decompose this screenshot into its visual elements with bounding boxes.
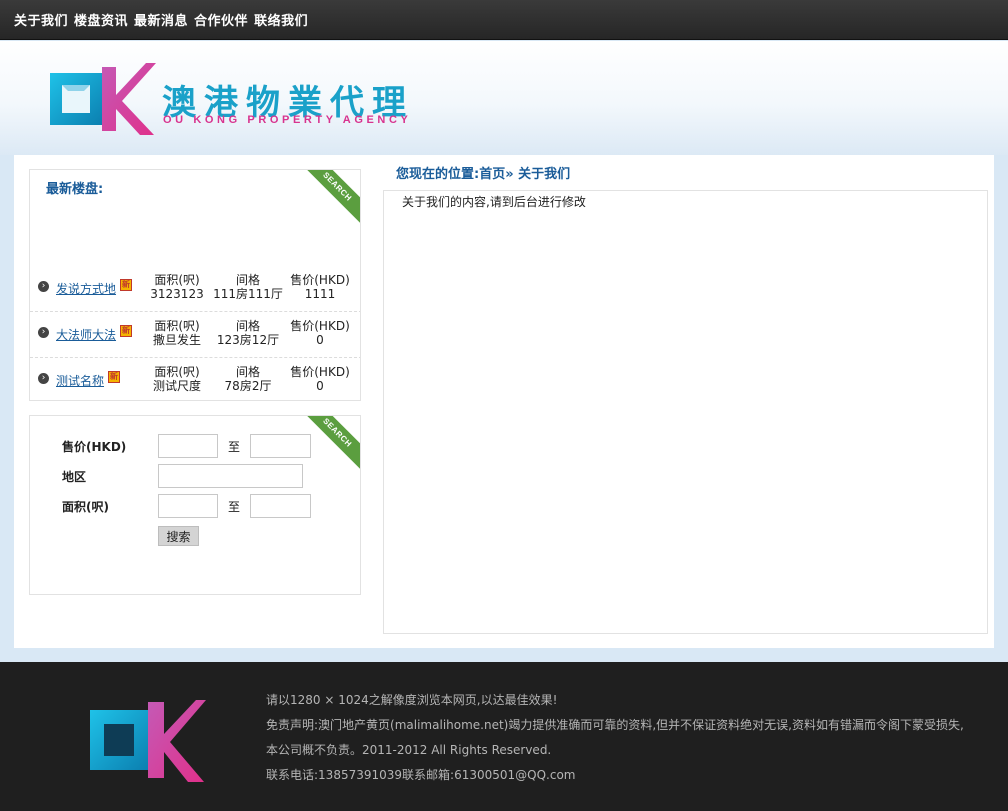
arrow-right-icon: › (38, 373, 49, 384)
listing-area: 面积(呎) 3123123 (150, 273, 204, 301)
site-header: 澳港物業代理 OU KONG PROPERTY AGENCY (0, 41, 1008, 155)
arrow-right-icon: › (38, 327, 49, 338)
price-min-input[interactable] (158, 434, 218, 458)
breadcrumb: 您现在的位置:首页» 关于我们 (396, 167, 571, 182)
content-box: 关于我们的内容,请到后台进行修改 (383, 190, 988, 634)
area-max-input[interactable] (250, 494, 311, 518)
top-nav: 关于我们 楼盘资讯 最新消息 合作伙伴 联络我们 (0, 0, 1008, 40)
price-to-label: 至 (227, 439, 240, 454)
ok-logo-icon (50, 63, 156, 135)
new-badge-icon: 新 (108, 371, 120, 383)
price-label: 售价(HKD) (62, 439, 127, 454)
latest-listings-title: 最新楼盘: (46, 182, 104, 197)
search-panel: SEARCH 售价(HKD) 至 地区 面积(呎) 至 搜索 (29, 415, 361, 595)
area-to-label: 至 (227, 499, 240, 514)
ok-logo-icon (90, 700, 206, 782)
price-row: 售价(HKD) 至 (62, 434, 311, 458)
nav-about[interactable]: 关于我们 (14, 10, 68, 29)
listing-layout: 间格 123房12厅 (216, 319, 280, 347)
new-badge-icon: 新 (120, 279, 132, 291)
arrow-right-icon: › (38, 281, 49, 292)
listing-name-link[interactable]: 大法师大法 (56, 326, 116, 343)
listing-price: 售价(HKD) 0 (290, 365, 350, 393)
listing-name-link[interactable]: 测试名称 (56, 372, 104, 389)
nav-news[interactable]: 最新消息 (134, 10, 188, 29)
region-row: 地区 (62, 464, 303, 488)
brand-name-en: OU KONG PROPERTY AGENCY (163, 114, 412, 126)
footer-copyright: 本公司概不负责。2011-2012 All Rights Reserved. (266, 743, 552, 757)
main-area: SEARCH 最新楼盘: › 发说方式地 新 面积(呎) 3123123 间格 … (14, 155, 994, 648)
footer-resolution-note: 请以1280 × 1024之解像度浏览本网页,以达最佳效果! (266, 693, 558, 707)
price-max-input[interactable] (250, 434, 311, 458)
listing-name-link[interactable]: 发说方式地 (56, 280, 116, 297)
area-min-input[interactable] (158, 494, 218, 518)
footer-info: 请以1280 × 1024之解像度浏览本网页,以达最佳效果! 免责声明:澳门地产… (266, 688, 964, 788)
region-label: 地区 (62, 469, 87, 484)
area-label: 面积(呎) (62, 499, 109, 514)
nav-contact[interactable]: 联络我们 (254, 10, 308, 29)
content-text: 关于我们的内容,请到后台进行修改 (402, 195, 586, 209)
new-badge-icon: 新 (120, 325, 132, 337)
nav-partners[interactable]: 合作伙伴 (194, 10, 248, 29)
list-item: › 发说方式地 新 面积(呎) 3123123 间格 111房111厅 售价(H… (30, 266, 360, 312)
listing-layout: 间格 78房2厅 (224, 365, 272, 393)
latest-listings-panel: SEARCH 最新楼盘: › 发说方式地 新 面积(呎) 3123123 间格 … (29, 169, 361, 401)
listing-price: 售价(HKD) 1111 (290, 273, 350, 301)
site-footer: 请以1280 × 1024之解像度浏览本网页,以达最佳效果! 免责声明:澳门地产… (0, 662, 1008, 811)
listing-area: 面积(呎) 撒旦发生 (152, 319, 201, 347)
footer-disclaimer: 免责声明:澳门地产黄页(malimalihome.net)竭力提供准确而可靠的资… (266, 718, 964, 732)
listing-area: 面积(呎) 测试尺度 (152, 365, 201, 393)
list-item: › 大法师大法 新 面积(呎) 撒旦发生 间格 123房12厅 售价(HKD) … (30, 312, 360, 358)
search-ribbon: SEARCH (298, 170, 360, 226)
nav-listings[interactable]: 楼盘资讯 (74, 10, 128, 29)
region-input[interactable] (158, 464, 303, 488)
listing-layout: 间格 111房111厅 (213, 273, 283, 301)
search-button[interactable]: 搜索 (158, 526, 199, 546)
area-row: 面积(呎) 至 (62, 494, 311, 518)
footer-contact: 联系电话:13857391039联系邮箱:61300501@QQ.com (266, 768, 576, 782)
listing-price: 售价(HKD) 0 (290, 319, 350, 347)
list-item: › 测试名称 新 面积(呎) 测试尺度 间格 78房2厅 售价(HKD) 0 (30, 358, 360, 400)
